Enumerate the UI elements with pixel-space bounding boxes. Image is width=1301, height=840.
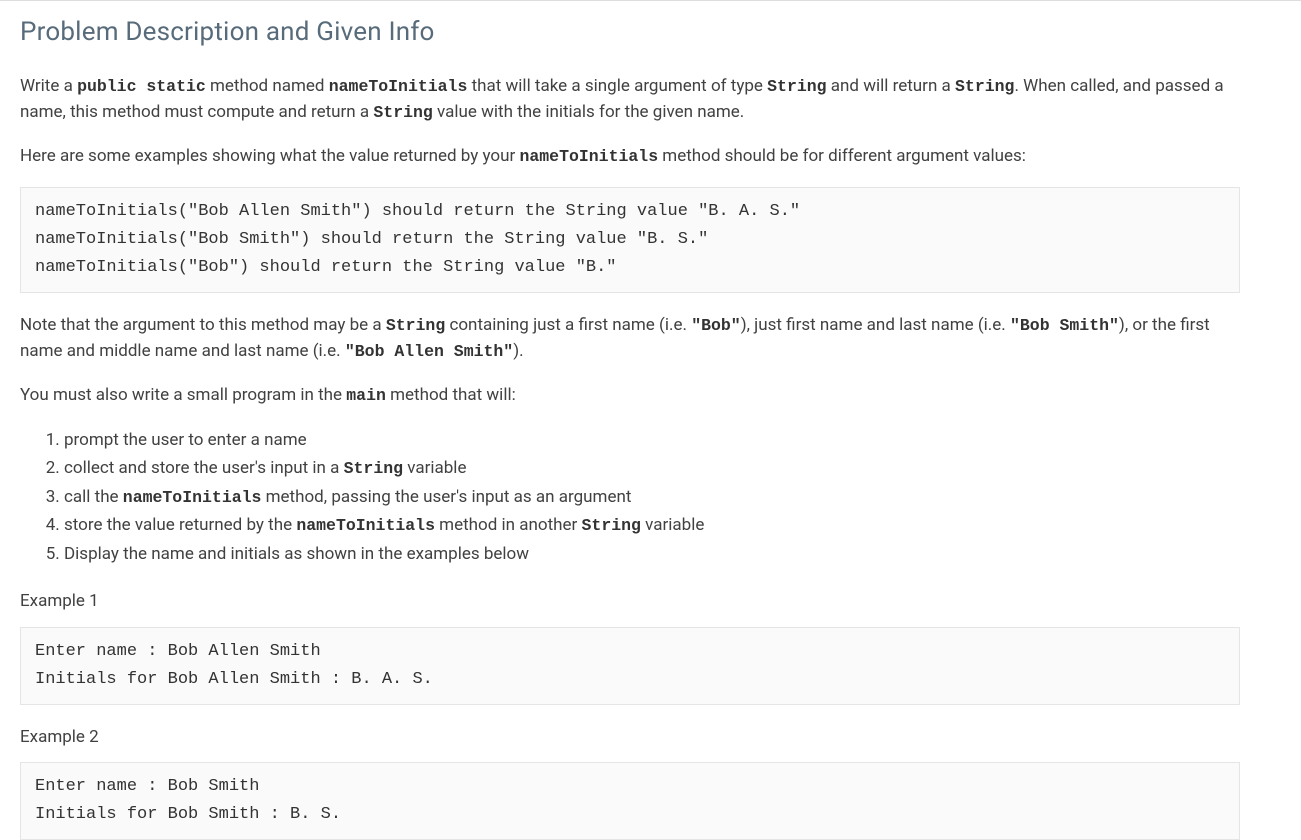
code-nametoinitials: nameToInitials — [123, 488, 262, 507]
text: Note that the argument to this method ma… — [20, 315, 386, 335]
list-item: call the nameToInitials method, passing … — [64, 484, 1240, 511]
text: method in another — [435, 515, 582, 535]
text: method that will: — [386, 385, 516, 405]
code-literal-bob-allen-smith: "Bob Allen Smith" — [345, 342, 513, 361]
text: ), just first name and last name (i.e. — [741, 315, 1010, 335]
code-string: String — [955, 77, 1014, 96]
text: variable — [403, 458, 466, 478]
paragraph-examples-intro: Here are some examples showing what the … — [20, 144, 1240, 170]
list-item: prompt the user to enter a name — [64, 427, 1240, 453]
text: prompt the user to enter a name — [64, 430, 307, 450]
text: variable — [641, 515, 704, 535]
paragraph-main-intro: You must also write a small program in t… — [20, 383, 1240, 409]
code-public-static: public static — [77, 77, 206, 96]
code-string: String — [344, 459, 403, 478]
steps-list: prompt the user to enter a name collect … — [20, 427, 1240, 567]
document-body: Problem Description and Given Info Write… — [0, 1, 1260, 840]
code-nametoinitials: nameToInitials — [296, 516, 435, 535]
code-block-examples: nameToInitials("Bob Allen Smith") should… — [20, 187, 1240, 293]
list-item: collect and store the user's input in a … — [64, 455, 1240, 482]
list-item: store the value returned by the nameToIn… — [64, 512, 1240, 539]
code-literal-bob: "Bob" — [691, 316, 741, 335]
text: that will take a single argument of type — [467, 76, 767, 96]
text: and will return a — [827, 76, 955, 96]
text: You must also write a small program in t… — [20, 385, 346, 405]
code-main: main — [346, 386, 386, 405]
code-nametoinitials: nameToInitials — [329, 77, 468, 96]
code-block-example-2: Enter name : Bob Smith Initials for Bob … — [20, 762, 1240, 840]
text: store the value returned by the — [64, 515, 296, 535]
code-string: String — [582, 516, 641, 535]
code-block-example-1: Enter name : Bob Allen Smith Initials fo… — [20, 627, 1240, 705]
code-string: String — [373, 103, 432, 122]
paragraph-intro: Write a public static method named nameT… — [20, 74, 1240, 126]
paragraph-note: Note that the argument to this method ma… — [20, 313, 1240, 365]
section-title: Problem Description and Given Info — [20, 13, 1240, 52]
text: method, passing the user's input as an a… — [261, 487, 631, 507]
text: method should be for different argument … — [658, 146, 1026, 166]
text: ). — [513, 341, 523, 361]
text: method named — [206, 76, 329, 96]
example-2-label: Example 2 — [20, 725, 1240, 751]
text: call the — [64, 487, 123, 507]
text: Display the name and initials as shown i… — [64, 544, 529, 564]
code-literal-bob-smith: "Bob Smith" — [1010, 316, 1119, 335]
code-nametoinitials: nameToInitials — [519, 147, 658, 166]
text: value with the initials for the given na… — [433, 102, 744, 122]
text: Here are some examples showing what the … — [20, 146, 519, 166]
code-string: String — [386, 316, 445, 335]
text: Write a — [20, 76, 77, 96]
text: collect and store the user's input in a — [64, 458, 344, 478]
code-string: String — [767, 77, 826, 96]
text: containing just a first name (i.e. — [445, 315, 691, 335]
list-item: Display the name and initials as shown i… — [64, 541, 1240, 567]
example-1-label: Example 1 — [20, 589, 1240, 615]
